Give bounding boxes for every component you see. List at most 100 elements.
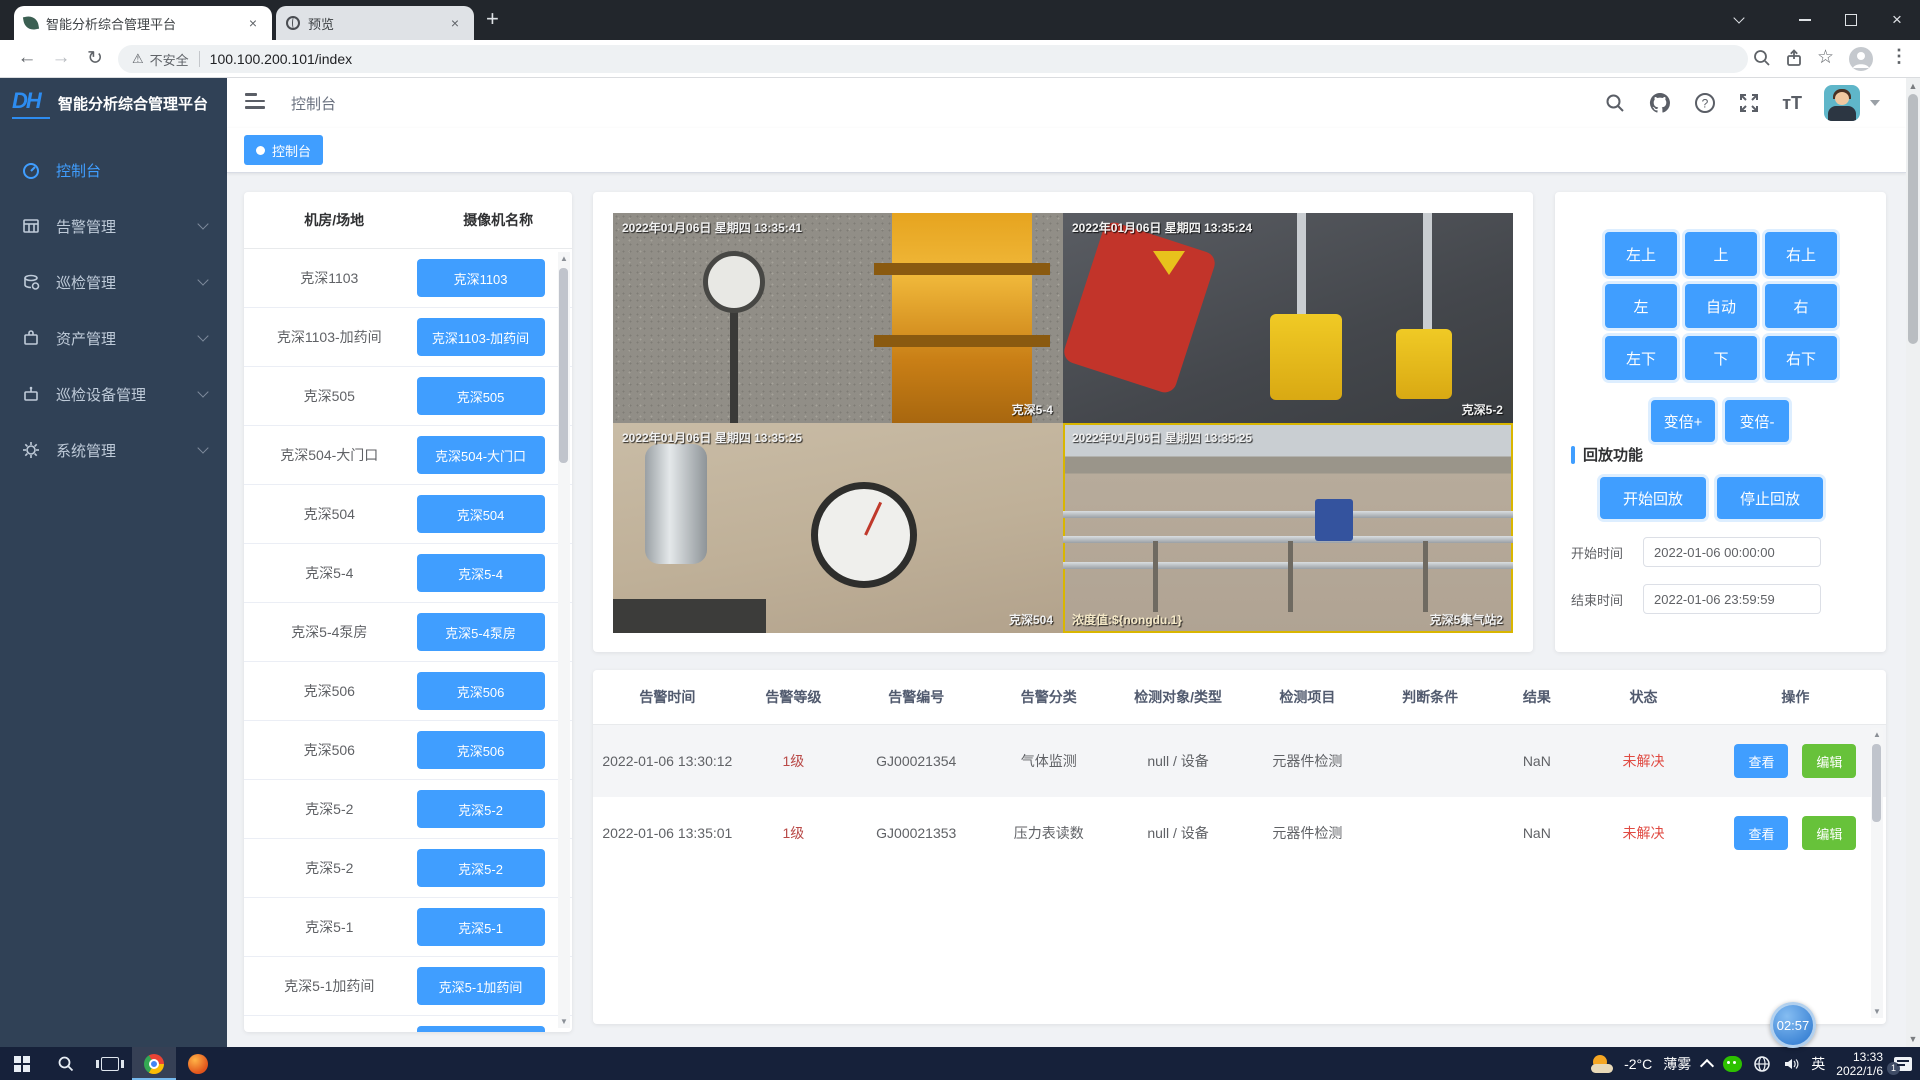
scrollbar-thumb[interactable] [559,268,568,463]
tray-expand-chevron-icon[interactable] [1700,1058,1714,1072]
sidebar-item-alarm-mgmt[interactable]: 告警管理 [0,198,227,254]
camera-select-button[interactable]: 克深1103-加药间 [417,318,545,356]
weather-icon[interactable] [1591,1055,1613,1073]
sidebar-item-asset-mgmt[interactable]: 资产管理 [0,310,227,366]
fullscreen-icon[interactable] [1738,92,1760,114]
scrollbar-thumb[interactable] [1872,744,1881,822]
share-icon[interactable] [1784,48,1804,68]
reload-icon[interactable]: ↻ [82,47,108,70]
taskbar-app-icon[interactable] [176,1047,220,1080]
camera-select-button[interactable]: 克深5-4泵房 [417,613,545,651]
video-feed-1[interactable]: 2022年01月06日 星期四 13:35:41 克深5-4 [613,213,1063,423]
scroll-down-icon[interactable]: ▼ [1906,1032,1920,1046]
stop-playback-button[interactable]: 停止回放 [1717,477,1823,519]
window-close-button[interactable]: × [1874,0,1920,40]
end-time-input[interactable] [1643,584,1821,614]
taskbar-clock[interactable]: 13:33 2022/1/6 [1836,1050,1883,1078]
view-button[interactable]: 查看 [1734,816,1788,850]
ptz-right-button[interactable]: 右 [1765,284,1837,328]
camera-select-button[interactable]: 克深5-1加药间 [417,967,545,1005]
sidebar-item-system-mgmt[interactable]: 系统管理 [0,422,227,478]
hamburger-icon[interactable] [245,93,265,111]
camera-select-button[interactable]: 克深1103 [417,259,545,297]
zoom-out-button[interactable]: 变倍- [1725,400,1789,442]
address-bar[interactable]: ⚠ 不安全 100.100.200.101/index [118,45,1748,73]
bookmark-star-icon[interactable]: ☆ [1817,46,1834,69]
ptz-auto-button[interactable]: 自动 [1685,284,1757,328]
wechat-icon[interactable] [1723,1056,1742,1072]
github-icon[interactable] [1648,91,1672,115]
view-tag-console[interactable]: 控制台 [244,135,323,165]
input-language-indicator[interactable]: 英 [1811,1054,1825,1074]
scroll-down-icon[interactable]: ▼ [558,1017,570,1026]
camera-row: 克深5-1加药间克深5-1加药间 [244,957,572,1016]
camera-select-button[interactable]: 克深506 [417,672,545,710]
font-size-icon[interactable]: тT [1782,93,1802,114]
back-icon[interactable]: ← [14,47,40,69]
video-feed-2[interactable]: 2022年01月06日 星期四 13:35:24 克深5-2 [1063,213,1513,423]
user-avatar[interactable] [1824,85,1860,121]
edit-button[interactable]: 编辑 [1802,816,1856,850]
ptz-up-right-button[interactable]: 右上 [1765,232,1837,276]
sidebar-item-console[interactable]: 控制台 [0,142,227,198]
start-button[interactable] [0,1047,44,1080]
taskbar-chrome-icon[interactable] [132,1047,176,1080]
video-feed-4-selected[interactable]: 2022年01月06日 星期四 13:35:25 浓度值:${nongdu.1}… [1063,423,1513,633]
video-feed-3[interactable]: 2022年01月06日 星期四 13:35:25 克深504 [613,423,1063,633]
window-maximize-button[interactable] [1828,0,1874,40]
weather-temp[interactable]: -2°C [1624,1056,1652,1072]
edit-button[interactable]: 编辑 [1802,744,1856,778]
view-button[interactable]: 查看 [1734,744,1788,778]
scroll-up-icon[interactable]: ▲ [1871,730,1883,739]
ptz-down-button[interactable]: 下 [1685,336,1757,380]
volume-icon[interactable] [1782,1055,1800,1073]
help-icon[interactable]: ? [1694,92,1716,114]
camera-select-button[interactable]: 克深5-4 [417,554,545,592]
forward-icon[interactable]: → [48,47,74,69]
browser-tab-platform[interactable]: 智能分析综合管理平台 × [14,6,272,40]
taskbar-search-icon[interactable] [44,1047,88,1080]
camera-select-button[interactable]: 克深504 [417,495,545,533]
avatar-caret-down-icon[interactable] [1870,100,1880,106]
scroll-up-icon[interactable]: ▲ [1906,79,1920,93]
task-view-icon[interactable] [88,1047,132,1080]
scroll-up-icon[interactable]: ▲ [558,254,570,263]
new-tab-button[interactable]: + [486,8,499,30]
notification-center-icon[interactable]: 1 [1894,1057,1912,1071]
tab-close-icon[interactable]: × [244,15,262,31]
sidebar-item-patrol-mgmt[interactable]: 巡检管理 [0,254,227,310]
browser-menu-kebab-icon[interactable]: ⋮ [1890,46,1908,67]
ptz-left-button[interactable]: 左 [1605,284,1677,328]
camera-list-scrollbar[interactable]: ▲ ▼ [558,252,570,1028]
recording-timer-badge[interactable]: 02:57 [1770,1002,1816,1048]
browser-tab-preview[interactable]: 预览 × [276,6,474,40]
tab-search-chevron-icon[interactable] [1716,0,1762,40]
camera-select-button[interactable]: 克深5-2 [417,849,545,887]
search-icon[interactable] [1604,92,1626,114]
ptz-up-button[interactable]: 上 [1685,232,1757,276]
ptz-down-right-button[interactable]: 右下 [1765,336,1837,380]
camera-select-button[interactable]: 克深5-1泵房 [417,1026,545,1032]
scrollbar-thumb[interactable] [1908,94,1918,344]
camera-select-button[interactable]: 克深504-大门口 [417,436,545,474]
window-minimize-button[interactable] [1782,0,1828,40]
zoom-icon[interactable] [1752,48,1772,68]
camera-select-button[interactable]: 克深5-2 [417,790,545,828]
network-globe-icon[interactable] [1753,1055,1771,1073]
ptz-up-left-button[interactable]: 左上 [1605,232,1677,276]
browser-profile-avatar[interactable] [1848,46,1874,72]
weather-desc[interactable]: 薄雾 [1663,1054,1691,1074]
ptz-down-left-button[interactable]: 左下 [1605,336,1677,380]
table-scrollbar[interactable]: ▲ ▼ [1871,728,1883,1018]
start-playback-button[interactable]: 开始回放 [1600,477,1706,519]
scroll-down-icon[interactable]: ▼ [1871,1007,1883,1016]
tab-close-icon[interactable]: × [446,15,464,31]
camera-select-button[interactable]: 克深506 [417,731,545,769]
camera-select-button[interactable]: 克深505 [417,377,545,415]
camera-select-button[interactable]: 克深5-1 [417,908,545,946]
page-scrollbar[interactable]: ▲ ▼ [1906,78,1920,1047]
start-time-input[interactable] [1643,537,1821,567]
sidebar-item-patrol-device-mgmt[interactable]: 巡检设备管理 [0,366,227,422]
zoom-in-button[interactable]: 变倍+ [1651,400,1715,442]
asset-icon [22,329,40,347]
